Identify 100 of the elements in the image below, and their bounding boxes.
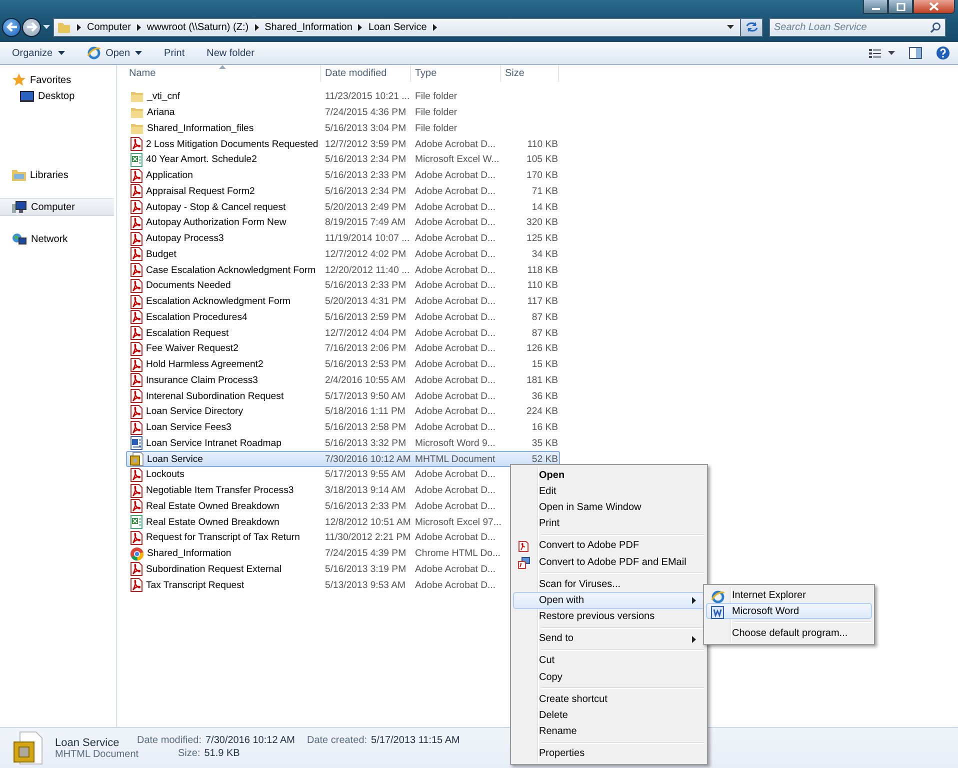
chevron-icon[interactable] <box>254 24 260 30</box>
file-name: Escalation Acknowledgment Form <box>146 296 291 308</box>
chevron-icon[interactable] <box>432 24 438 30</box>
file-row[interactable]: Case Escalation Acknowledgment Form 12/20/2012 11:40 ... Adobe Acrobat D... 118 KB <box>126 262 560 278</box>
breadcrumb[interactable]: wwwroot (\\Saturn) (Z:) <box>146 22 249 32</box>
breadcrumb[interactable]: Shared_Information <box>264 22 352 32</box>
close-button[interactable] <box>913 0 955 14</box>
file-row[interactable]: 2 Loss Mitigation Documents Requested 12/7/2012 3:59 PM Adobe Acrobat D... 110 KB <box>126 136 560 152</box>
file-row[interactable]: Loan Service Directory 5/18/2016 1:11 PM Adobe Acrobat D... 224 KB <box>126 404 560 420</box>
file-row[interactable]: Shared_Information 7/24/2015 4:39 PM Chrome HTML Do... <box>126 546 504 562</box>
file-row[interactable]: Autopay Authorization Form New 8/19/2015 7:49 AM Adobe Acrobat D... 320 KB <box>126 215 560 231</box>
toolbar-button[interactable]: New folder <box>200 44 260 62</box>
date-cell-text: 7/30/2016 10:12 AM <box>324 454 412 465</box>
breadcrumb[interactable]: Computer <box>87 22 131 32</box>
sidebar-item[interactable]: Desktop <box>0 88 116 104</box>
file-row[interactable]: Documents Needed 5/16/2013 2:33 PM Adobe Acrobat D... 110 KB <box>126 278 560 294</box>
file-row[interactable]: Real Estate Owned Breakdown 5/16/2013 2:33 PM Adobe Acrobat D... <box>126 498 504 514</box>
maximize-button[interactable] <box>888 0 913 14</box>
toolbar-button[interactable]: Open <box>80 43 148 63</box>
date-cell-text: 3/18/2013 9:14 AM <box>324 485 407 496</box>
menu-item[interactable]: Properties <box>513 746 705 762</box>
file-row[interactable]: Autopay Process3 11/19/2014 10:07 ... Adobe Acrobat D... 125 KB <box>126 230 560 246</box>
chevron-icon[interactable] <box>76 24 82 30</box>
refresh-button[interactable] <box>741 18 763 36</box>
menu-item[interactable]: Rename <box>513 724 705 740</box>
file-row[interactable]: Application 5/16/2013 2:33 PM Adobe Acrobat D... 170 KB <box>126 168 560 184</box>
file-row[interactable]: Shared_Information_files 5/16/2013 3:04 PM File folder <box>126 120 504 136</box>
preview-pane-button[interactable] <box>909 47 922 59</box>
file-row[interactable]: Hold Harmless Agreement2 5/16/2013 2:53 PM Adobe Acrobat D... 15 KB <box>126 356 560 372</box>
menu-item[interactable]: Create shortcut <box>513 691 705 708</box>
file-row[interactable]: Interenal Subordination Request 5/17/2013 9:50 AM Adobe Acrobat D... 36 KB <box>126 388 560 404</box>
pdf-file-icon <box>130 310 143 324</box>
file-row[interactable]: Insurance Claim Process3 2/4/2016 10:55 AM Adobe Acrobat D... 181 KB <box>126 372 560 388</box>
type-cell-text: Adobe Acrobat D... <box>414 485 497 496</box>
sidebar-item[interactable]: Computer <box>0 198 114 216</box>
breadcrumb[interactable]: Loan Service <box>368 22 427 32</box>
menu-item[interactable]: Internet Explorer <box>706 587 872 604</box>
menu-item[interactable]: Scan for Viruses... <box>513 576 705 592</box>
column-header[interactable]: Size <box>501 65 559 82</box>
sidebar-item[interactable]: Libraries <box>0 167 116 183</box>
toolbar-button[interactable]: Organize <box>6 44 71 62</box>
toolbar-button[interactable]: Print <box>158 44 191 62</box>
file-row[interactable]: Escalation Request 12/7/2012 4:04 PM Adobe Acrobat D... 87 KB <box>126 325 560 341</box>
menu-item[interactable]: Delete <box>513 707 705 724</box>
chevron-icon[interactable] <box>136 24 142 30</box>
history-caret-icon[interactable] <box>43 24 50 30</box>
file-row[interactable]: Fee Waiver Request2 7/16/2013 2:06 PM Adobe Acrobat D... 126 KB <box>126 341 560 357</box>
file-row[interactable]: Escalation Acknowledgment Form 5/20/2013 4:31 PM Adobe Acrobat D... 117 KB <box>126 294 560 310</box>
forward-button[interactable] <box>22 18 41 36</box>
file-row[interactable]: Request for Transcript of Tax Return 11/30/2012 2:21 PM Adobe Acrobat D... <box>126 530 504 546</box>
spreadsheet-file-icon <box>130 152 143 167</box>
file-row[interactable]: _vti_cnf 11/23/2015 10:21 ... File folder <box>126 89 504 105</box>
file-row[interactable]: Tax Transcript Request 5/13/2013 9:53 AM Adobe Acrobat D... <box>126 577 504 593</box>
minimize-button[interactable] <box>863 0 888 14</box>
menu-item[interactable]: Open in Same Window <box>513 499 705 516</box>
menu-item[interactable]: Print <box>513 516 705 532</box>
file-row[interactable]: Budget 12/7/2012 4:02 PM Adobe Acrobat D... 34 KB <box>126 246 560 262</box>
file-row[interactable]: Escalation Procedures4 5/16/2013 2:59 PM Adobe Acrobat D... 87 KB <box>126 310 560 326</box>
help-button[interactable] <box>936 46 950 60</box>
menu-item[interactable]: Copy <box>513 669 705 686</box>
field-label: Date modified: <box>137 735 202 748</box>
file-row[interactable]: Real Estate Owned Breakdown 12/8/2012 10:51 AM Microsoft Excel 97... <box>126 514 504 530</box>
menu-item[interactable]: Restore previous versions <box>513 608 705 625</box>
star-icon <box>12 73 26 87</box>
dropdown-caret-icon[interactable] <box>727 25 734 29</box>
menu-item[interactable]: Open with <box>513 592 705 608</box>
pdf-file-icon <box>130 278 143 293</box>
menu-item[interactable]: Edit <box>513 483 705 500</box>
back-button[interactable] <box>2 18 21 36</box>
sidebar-item[interactable]: Network <box>0 231 116 247</box>
menu-item[interactable]: Open <box>513 467 705 484</box>
file-row[interactable]: Ariana 7/24/2015 4:36 PM File folder <box>126 104 504 120</box>
file-row[interactable]: Autopay - Stop & Cancel request 5/20/2013 2:49 PM Adobe Acrobat D... 14 KB <box>126 199 560 215</box>
file-row[interactable]: Negotiable Item Transfer Process3 3/18/2013 9:14 AM Adobe Acrobat D... <box>126 482 504 498</box>
file-row[interactable]: Loan Service 7/30/2016 10:12 AM MHTML Document 52 KB <box>126 451 560 467</box>
menu-item[interactable]: Choose default program... <box>706 625 872 642</box>
file-row[interactable]: Appraisal Request Form2 5/16/2013 2:34 PM Adobe Acrobat D... 71 KB <box>126 184 560 200</box>
search-field[interactable]: Search Loan Service <box>769 18 946 36</box>
date-cell-text: 12/7/2012 4:02 PM <box>324 248 408 260</box>
date-cell-text: 7/16/2013 2:06 PM <box>324 343 408 354</box>
file-row[interactable]: Loan Service Fees3 5/16/2013 2:58 PM Adobe Acrobat D... 16 KB <box>126 420 560 436</box>
folder-icon <box>130 106 144 120</box>
menu-item[interactable]: Convert to Adobe PDF and EMail <box>513 554 705 570</box>
menu-item[interactable]: Send to <box>513 630 705 647</box>
menu-item[interactable]: Convert to Adobe PDF <box>513 538 705 554</box>
address-bar[interactable]: Computer wwwroot (\\Saturn) (Z:) Shared_Information Loan Service <box>53 18 741 36</box>
file-row[interactable]: Loan Service Intranet Roadmap 5/16/2013 3:32 PM Microsoft Word 9... 35 KB <box>126 436 560 452</box>
folder-icon <box>130 122 144 135</box>
view-options-button[interactable] <box>869 48 895 58</box>
file-row[interactable]: Lockouts 5/17/2013 9:55 AM Adobe Acrobat D... <box>126 467 504 483</box>
file-row[interactable]: 40 Year Amort. Schedule2 5/16/2013 2:34 PM Microsoft Excel W... 105 KB <box>126 152 560 168</box>
field-value: 5/17/2013 11:15 AM <box>371 735 460 748</box>
file-row[interactable]: Subordination Request External 5/16/2013 3:19 PM Adobe Acrobat D... <box>126 562 504 578</box>
chevron-icon[interactable] <box>357 24 364 30</box>
column-header[interactable]: Type <box>411 65 501 82</box>
menu-item[interactable]: Microsoft Word <box>706 603 872 620</box>
column-header[interactable]: Date modified <box>321 65 411 82</box>
menu-item[interactable]: Cut <box>513 652 705 670</box>
computer-icon <box>12 200 27 214</box>
sidebar-item[interactable]: Favorites <box>0 72 116 88</box>
